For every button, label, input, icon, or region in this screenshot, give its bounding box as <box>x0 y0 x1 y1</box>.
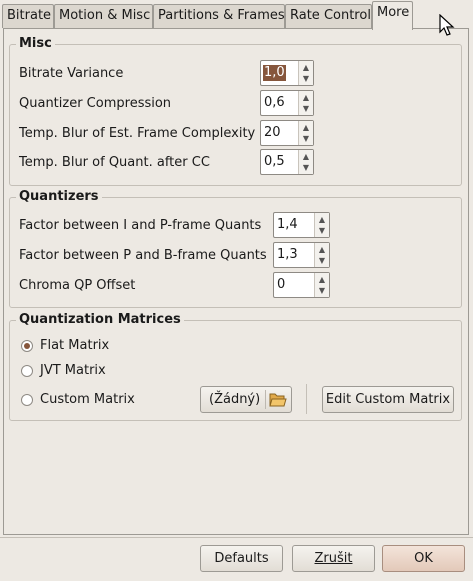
misc-group-title: Misc <box>16 36 55 52</box>
defaults-button-label: Defaults <box>214 551 269 566</box>
cancel-button-label: Zrušit <box>314 551 353 566</box>
spin-down-icon[interactable]: ▼ <box>317 285 327 296</box>
tab-label: Partitions & Frames <box>158 8 285 23</box>
spinbox-arrows: ▲ ▼ <box>298 91 313 115</box>
spinbox-arrows: ▲ ▼ <box>298 61 313 85</box>
quantization-matrices-group-title: Quantization Matrices <box>16 312 184 328</box>
tab-label: Bitrate <box>7 8 52 23</box>
spin-up-icon[interactable]: ▲ <box>301 62 311 73</box>
spin-up-icon[interactable]: ▲ <box>317 214 327 225</box>
factor-i-p-spinbox[interactable]: 1,4 ▲ ▼ <box>273 212 330 238</box>
spinbox-value[interactable]: 0,5 <box>264 154 285 170</box>
spin-up-icon[interactable]: ▲ <box>301 122 311 133</box>
quantizers-group-title: Quantizers <box>16 189 102 205</box>
quantizers-group: Quantizers Factor between I and P-frame … <box>9 189 462 308</box>
flat-matrix-label[interactable]: Flat Matrix <box>40 338 109 354</box>
tab-rate-control[interactable]: Rate Control <box>285 4 372 28</box>
tab-motion-misc[interactable]: Motion & Misc <box>54 4 153 28</box>
spinbox-arrows: ▲ ▼ <box>314 243 329 267</box>
folder-open-icon <box>269 393 287 407</box>
spinbox-value[interactable]: 1,4 <box>277 217 298 233</box>
bitrate-variance-label: Bitrate Variance <box>19 66 124 81</box>
bitrate-variance-spinbox[interactable]: 1,0 ▲ ▼ <box>260 60 314 86</box>
tab-bar: Bitrate Motion & Misc Partitions & Frame… <box>0 0 473 30</box>
spin-down-icon[interactable]: ▼ <box>301 73 311 84</box>
spin-up-icon[interactable]: ▲ <box>317 274 327 285</box>
quantization-matrices-group: Quantization Matrices Flat Matrix JVT Ma… <box>9 312 462 421</box>
tab-label: Motion & Misc <box>59 8 151 23</box>
mouse-cursor-icon <box>439 14 455 36</box>
vertical-separator <box>306 384 307 414</box>
file-chooser-text: (Žádný) <box>209 392 261 407</box>
spin-down-icon[interactable]: ▼ <box>301 162 311 173</box>
tab-more[interactable]: More <box>372 1 413 30</box>
spinbox-arrows: ▲ ▼ <box>314 213 329 237</box>
chroma-qp-offset-label: Chroma QP Offset <box>19 278 136 293</box>
custom-matrix-label[interactable]: Custom Matrix <box>40 392 135 408</box>
defaults-button[interactable]: Defaults <box>200 545 283 572</box>
edit-custom-matrix-button[interactable]: Edit Custom Matrix <box>322 386 454 413</box>
spinbox-value[interactable]: 0,6 <box>264 95 285 111</box>
temp-blur-est-frame-complexity-label: Temp. Blur of Est. Frame Complexity <box>19 126 256 141</box>
spinbox-value[interactable]: 1,3 <box>277 247 298 263</box>
chroma-qp-offset-spinbox[interactable]: 0 ▲ ▼ <box>273 272 330 298</box>
tab-label: Rate Control <box>290 8 371 23</box>
radio-unchecked-icon[interactable] <box>21 394 33 406</box>
misc-group: Misc Bitrate Variance 1,0 ▲ ▼ Quantizer … <box>9 36 462 186</box>
temp-blur-quant-after-cc-label: Temp. Blur of Quant. after CC <box>19 155 210 170</box>
quantizer-compression-label: Quantizer Compression <box>19 96 172 111</box>
spinbox-arrows: ▲ ▼ <box>298 121 313 145</box>
spin-up-icon[interactable]: ▲ <box>317 244 327 255</box>
jvt-matrix-label[interactable]: JVT Matrix <box>40 363 106 379</box>
temp-blur-quant-after-cc-spinbox[interactable]: 0,5 ▲ ▼ <box>260 149 314 175</box>
spinbox-value[interactable]: 20 <box>264 125 281 141</box>
spinbox-value[interactable]: 0 <box>277 277 285 293</box>
radio-checked-icon[interactable] <box>21 340 33 352</box>
spin-down-icon[interactable]: ▼ <box>301 103 311 114</box>
spin-down-icon[interactable]: ▼ <box>317 255 327 266</box>
ok-button-label: OK <box>414 551 433 566</box>
cancel-button[interactable]: Zrušit <box>292 545 375 572</box>
spinbox-arrows: ▲ ▼ <box>314 273 329 297</box>
matrix-file-chooser[interactable]: (Žádný) <box>200 386 292 413</box>
radio-unchecked-icon[interactable] <box>21 365 33 377</box>
spin-down-icon[interactable]: ▼ <box>317 225 327 236</box>
spin-up-icon[interactable]: ▲ <box>301 92 311 103</box>
factor-p-b-spinbox[interactable]: 1,3 ▲ ▼ <box>273 242 330 268</box>
spinbox-arrows: ▲ ▼ <box>298 150 313 174</box>
factor-i-p-label: Factor between I and P-frame Quants <box>19 218 262 233</box>
dialog-window: Bitrate Motion & Misc Partitions & Frame… <box>0 0 473 581</box>
temp-blur-est-frame-complexity-spinbox[interactable]: 20 ▲ ▼ <box>260 120 314 146</box>
tab-bitrate[interactable]: Bitrate <box>2 4 54 28</box>
quantizer-compression-spinbox[interactable]: 0,6 ▲ ▼ <box>260 90 314 116</box>
factor-p-b-label: Factor between P and B-frame Quants <box>19 248 267 263</box>
file-chooser-separator <box>265 390 266 409</box>
ok-button[interactable]: OK <box>382 545 465 572</box>
tab-partitions-frames[interactable]: Partitions & Frames <box>153 4 285 28</box>
tab-label: More <box>377 5 410 20</box>
spinbox-value[interactable]: 1,0 <box>263 65 286 81</box>
spin-up-icon[interactable]: ▲ <box>301 151 311 162</box>
footer-separator <box>0 537 473 538</box>
spin-down-icon[interactable]: ▼ <box>301 133 311 144</box>
